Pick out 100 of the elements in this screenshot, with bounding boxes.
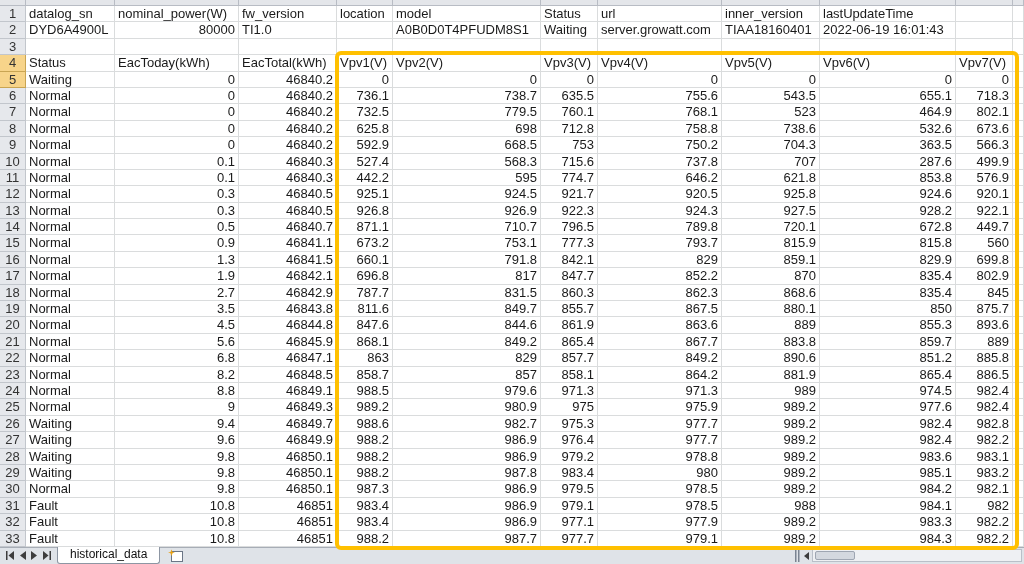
table-cell: DYD6A4900L (26, 22, 115, 39)
row-number[interactable]: 27 (0, 432, 26, 449)
empty-cell (1013, 366, 1024, 383)
table-cell: 893.6 (956, 317, 1013, 334)
table-cell: 977.7 (598, 415, 722, 433)
table-cell: 849.2 (393, 333, 541, 351)
table-cell: 0.1 (115, 169, 239, 187)
row-number[interactable]: 15 (0, 235, 26, 252)
table-cell: 859.7 (820, 333, 956, 351)
table-cell: 46843.8 (239, 301, 337, 318)
row-number[interactable]: 22 (0, 350, 26, 367)
table-cell: 1.3 (115, 251, 239, 269)
table-cell: Normal (26, 284, 115, 302)
table-cell: 831.5 (393, 284, 541, 302)
empty-cell (1013, 497, 1024, 515)
split-handle-icon[interactable] (795, 549, 801, 562)
table-cell: 982 (956, 497, 1013, 515)
table-cell: 989.2 (722, 464, 820, 482)
empty-cell (1013, 383, 1024, 400)
table-cell: 983.3 (820, 514, 956, 531)
table-cell: 668.5 (393, 137, 541, 154)
table-cell: 989.2 (722, 415, 820, 433)
table-cell: Normal (26, 251, 115, 269)
table-cell: 855.7 (541, 301, 598, 318)
table-cell: 982.8 (956, 415, 1013, 433)
table-cell: 988.2 (337, 432, 393, 449)
table-cell: 10.8 (115, 530, 239, 547)
row-number[interactable]: 17 (0, 268, 26, 285)
table-cell: 46849.1 (239, 383, 337, 400)
table-cell: 673.2 (337, 235, 393, 252)
row-number[interactable]: 9 (0, 137, 26, 154)
table-cell: 750.2 (598, 137, 722, 154)
table-cell: 737.8 (598, 153, 722, 170)
table-cell: 0 (820, 71, 956, 88)
row-number[interactable]: 2 (0, 22, 26, 39)
table-cell: 9.6 (115, 432, 239, 449)
table-cell: Normal (26, 317, 115, 334)
table-cell: 975 (541, 399, 598, 416)
row-number[interactable]: 25 (0, 399, 26, 416)
table-cell: 989.2 (722, 399, 820, 416)
table-cell: 523 (722, 104, 820, 121)
row-number[interactable]: 30 (0, 481, 26, 498)
table-cell: 464.9 (820, 104, 956, 121)
row-number[interactable]: 1 (0, 6, 26, 23)
table-cell: 46841.1 (239, 235, 337, 252)
table-cell: 720.1 (722, 219, 820, 236)
next-sheet-icon[interactable] (31, 551, 37, 561)
table-cell: 46851 (239, 497, 337, 515)
table-cell: 442.2 (337, 169, 393, 187)
empty-cell (1013, 219, 1024, 236)
table-cell: 753.1 (393, 235, 541, 252)
table-cell: 988.2 (337, 464, 393, 482)
table-cell: 46842.9 (239, 284, 337, 302)
table-cell: 987.7 (393, 530, 541, 547)
row-number[interactable]: 32 (0, 514, 26, 531)
table-cell: Normal (26, 169, 115, 187)
table-cell: Normal (26, 87, 115, 105)
last-sheet-icon[interactable] (42, 551, 51, 561)
table-cell: 777.3 (541, 235, 598, 252)
table-cell: 867.7 (598, 333, 722, 351)
row-number[interactable]: 19 (0, 301, 26, 318)
table-cell: 46851 (239, 514, 337, 531)
row-number[interactable]: 4 (0, 55, 26, 72)
row-number[interactable]: 7 (0, 104, 26, 121)
table-cell: 859.1 (722, 251, 820, 269)
table-cell: 986.9 (393, 481, 541, 498)
table-cell: 646.2 (598, 169, 722, 187)
table-cell: 0.9 (115, 235, 239, 252)
table-cell: 885.8 (956, 350, 1013, 367)
table-cell: 851.2 (820, 350, 956, 367)
table-cell: Normal (26, 383, 115, 400)
row-number[interactable]: 20 (0, 317, 26, 334)
new-sheet-icon[interactable] (168, 549, 184, 563)
table-cell: 849.7 (393, 301, 541, 318)
table-cell: Normal (26, 104, 115, 121)
row-number[interactable]: 12 (0, 186, 26, 203)
previous-sheet-icon[interactable] (20, 551, 26, 561)
scroll-left-icon[interactable] (804, 551, 809, 560)
table-cell: 863 (337, 350, 393, 367)
table-cell: 835.4 (820, 284, 956, 302)
row-number[interactable]: 14 (0, 219, 26, 236)
table-cell: 46840.5 (239, 186, 337, 203)
table-cell: 287.6 (820, 153, 956, 170)
table-cell: 655.1 (820, 87, 956, 105)
scrollbar-thumb[interactable] (815, 551, 855, 561)
table-cell: A0B0D0T4PFUDM8S1 (393, 22, 541, 39)
table-cell: 46840.5 (239, 202, 337, 220)
table-cell: 863.6 (598, 317, 722, 334)
table-cell: 718.3 (956, 87, 1013, 105)
table-cell: 870 (722, 268, 820, 285)
table-cell: 568.3 (393, 153, 541, 170)
table-cell: 592.9 (337, 137, 393, 154)
table-cell: 815.8 (820, 235, 956, 252)
table-cell: 796.5 (541, 219, 598, 236)
table-cell: Normal (26, 481, 115, 498)
first-sheet-icon[interactable] (6, 551, 15, 561)
table-cell: Normal (26, 366, 115, 383)
table-cell: Vpv7(V) (956, 55, 1013, 72)
table-cell: 861.9 (541, 317, 598, 334)
table-cell: 922.1 (956, 202, 1013, 220)
